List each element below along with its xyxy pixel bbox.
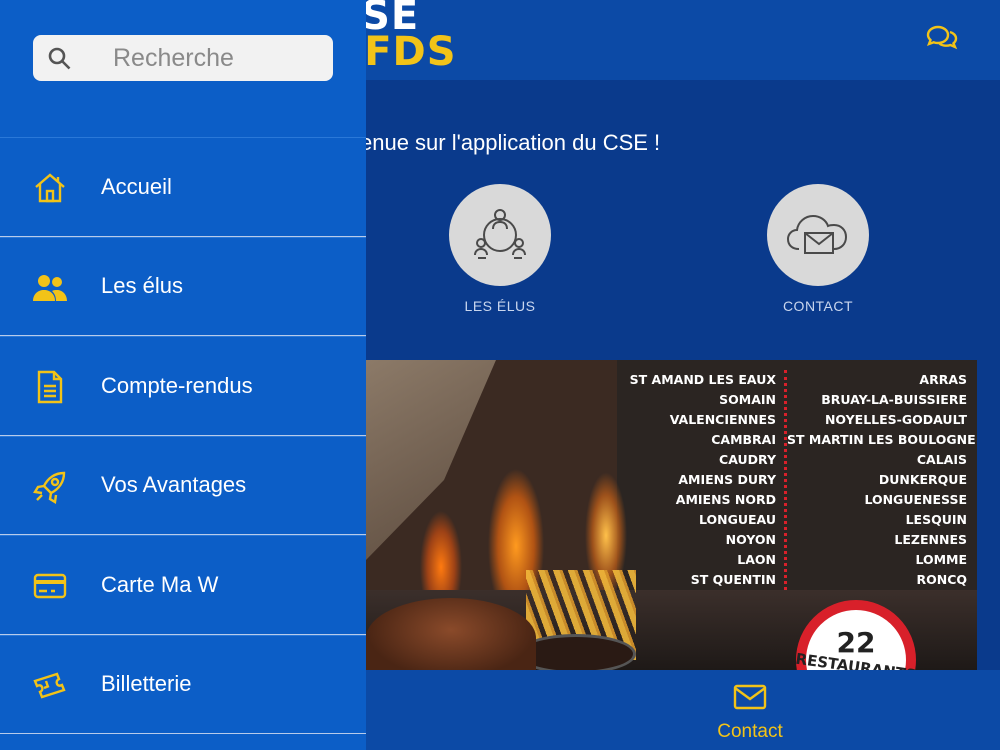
tile-les-elus[interactable]: LES ÉLUS: [430, 184, 570, 314]
tile-circle: [449, 184, 551, 286]
city-name: DUNKERQUE: [878, 472, 967, 487]
search-box[interactable]: [33, 35, 333, 81]
search-icon: [47, 46, 73, 77]
envelope-icon: [733, 684, 767, 710]
city-name: AMIENS NORD: [675, 492, 776, 507]
city-name: ST QUENTIN: [690, 572, 776, 587]
menu-item-les-elus[interactable]: Les élus: [0, 236, 366, 336]
city-name: RONCQ: [916, 572, 967, 587]
home-icon: [32, 170, 68, 206]
users-icon: [32, 270, 68, 306]
menu-item-label: Accueil: [101, 173, 172, 199]
city-name: VALENCIENNES: [669, 412, 776, 427]
menu-item-label: Les élus: [101, 273, 183, 299]
cloud-mail-icon: [786, 214, 848, 254]
city-name: NOYELLES-GODAULT: [824, 412, 967, 427]
city-name: CAUDRY: [719, 452, 776, 467]
banner-steak-image: [366, 598, 536, 670]
tile-label: CONTACT: [782, 298, 854, 314]
city-name: BRUAY-LA-BUISSIERE: [821, 392, 967, 407]
tile-circle: [767, 184, 869, 286]
ticket-icon: [32, 668, 68, 704]
banner-city-list: ST AMAND LES EAUX SOMAIN VALENCIENNES CAMBR…: [627, 370, 976, 590]
meeting-icon: [474, 209, 526, 259]
tile-label: LES ÉLUS: [464, 298, 536, 314]
city-name: ARRAS: [919, 372, 967, 387]
city-name: LONGUENESSE: [864, 492, 967, 507]
menu-item-accueil[interactable]: Accueil: [0, 137, 366, 237]
city-name: LEZENNES: [894, 532, 967, 547]
city-name: LESQUIN: [905, 512, 967, 527]
city-name: AMIENS DURY: [678, 472, 776, 487]
menu-item-label: Billetterie: [101, 671, 192, 697]
city-name: ST MARTIN LES BOULOGNE: [787, 432, 976, 447]
tab-contact[interactable]: Contact: [700, 684, 800, 743]
city-column-left: ST AMAND LES EAUX SOMAIN VALENCIENNES CAMBR…: [627, 370, 787, 590]
city-name: LAON: [737, 552, 776, 567]
tile-contact[interactable]: CONTACT: [748, 184, 888, 314]
city-column-right: ARRAS BRUAY-LA-BUISSIERE NOYELLES-GODAULT S…: [787, 370, 976, 590]
menu-item-label: Compte-rendus: [101, 372, 253, 398]
city-name: LONGUEAU: [699, 512, 776, 527]
promo-banner[interactable]: ST AMAND LES EAUX SOMAIN VALENCIENNES CAMBR…: [366, 360, 977, 670]
chat-bubbles-icon: [926, 25, 958, 50]
menu-item-label: Carte Ma W: [101, 571, 219, 597]
menu-item-carte-ma-w[interactable]: Carte Ma W: [0, 535, 366, 635]
city-name: NOYON: [725, 532, 776, 547]
side-drawer: Accueil Les élus Compte-rendus: [0, 0, 366, 750]
menu-item-label: Vos Avantages: [101, 472, 247, 498]
city-name: CALAIS: [916, 452, 967, 467]
credit-card-icon: [32, 568, 68, 604]
menu-item-compte-rendus[interactable]: Compte-rendus: [0, 336, 366, 436]
chat-button[interactable]: [922, 20, 962, 54]
menu-item-vos-avantages[interactable]: Vos Avantages: [0, 435, 366, 535]
tab-contact-label: Contact: [717, 721, 783, 742]
welcome-text: enue sur l'application du CSE !: [360, 130, 661, 155]
rocket-icon: [32, 469, 68, 505]
menu-item-billetterie[interactable]: Billetterie: [0, 634, 366, 734]
search-input[interactable]: [113, 35, 323, 81]
drawer-menu: Accueil Les élus Compte-rendus Vos Avant…: [0, 137, 366, 734]
city-name: ST AMAND LES EAUX: [629, 372, 776, 387]
city-name: LOMME: [915, 552, 967, 567]
city-name: SOMAIN: [719, 392, 776, 407]
document-icon: [32, 369, 68, 405]
city-name: CAMBRAI: [711, 432, 776, 447]
